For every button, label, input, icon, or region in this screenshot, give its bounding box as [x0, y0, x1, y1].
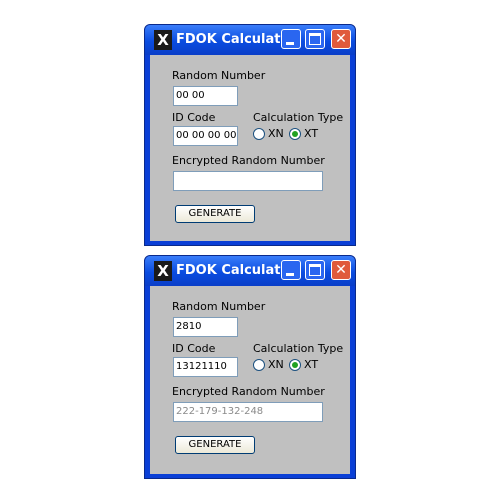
close-icon: ✕ — [335, 262, 347, 278]
radio-selected-dot — [292, 131, 298, 137]
id-code-input[interactable]: 13121110 — [173, 357, 238, 377]
random-number-input[interactable]: 00 00 — [173, 86, 238, 106]
generate-button[interactable]: GENERATE — [175, 205, 255, 223]
calculation-type-label: Calculation Type — [253, 111, 344, 124]
maximize-button[interactable] — [305, 29, 325, 49]
maximize-icon — [309, 33, 321, 45]
close-icon: ✕ — [335, 31, 347, 47]
random-number-label: Random Number — [172, 69, 266, 82]
encrypted-number-output[interactable]: 222-179-132-248 — [173, 402, 323, 422]
minimize-button[interactable] — [281, 260, 301, 280]
radio-xt-label[interactable]: XT — [304, 127, 318, 140]
radio-xt[interactable] — [289, 359, 301, 371]
title-bar[interactable]: X FDOK Calculator ✕ — [145, 25, 355, 55]
minimize-icon — [286, 42, 294, 45]
radio-xn-label[interactable]: XN — [268, 358, 284, 371]
radio-xn-label[interactable]: XN — [268, 127, 284, 140]
minimize-button[interactable] — [281, 29, 301, 49]
minimize-icon — [286, 273, 294, 276]
encrypted-number-output[interactable] — [173, 171, 323, 191]
calculation-type-label: Calculation Type — [253, 342, 344, 355]
id-code-input[interactable]: 00 00 00 00 — [173, 126, 238, 146]
id-code-label: ID Code — [172, 342, 216, 355]
generate-button[interactable]: GENERATE — [175, 436, 255, 454]
encrypted-number-label: Encrypted Random Number — [172, 385, 325, 398]
maximize-icon — [309, 264, 321, 276]
window-title: FDOK Calculator — [176, 263, 296, 278]
window-client-area: Random Number 00 00 ID Code 00 00 00 00 … — [150, 55, 350, 241]
calculator-window-2: X FDOK Calculator ✕ Random Number 2810 I… — [144, 255, 356, 479]
radio-xn[interactable] — [253, 359, 265, 371]
radio-xn[interactable] — [253, 128, 265, 140]
window-title: FDOK Calculator — [176, 32, 296, 47]
random-number-input[interactable]: 2810 — [173, 317, 238, 337]
radio-xt-label[interactable]: XT — [304, 358, 318, 371]
close-button[interactable]: ✕ — [331, 260, 351, 280]
maximize-button[interactable] — [305, 260, 325, 280]
x-logo-icon: X — [154, 261, 172, 281]
radio-xt[interactable] — [289, 128, 301, 140]
id-code-label: ID Code — [172, 111, 216, 124]
x-logo-icon: X — [154, 30, 172, 50]
calculator-window-1: X FDOK Calculator ✕ Random Number 00 00 … — [144, 24, 356, 246]
random-number-label: Random Number — [172, 300, 266, 313]
window-client-area: Random Number 2810 ID Code 13121110 Calc… — [150, 286, 350, 474]
radio-selected-dot — [292, 362, 298, 368]
close-button[interactable]: ✕ — [331, 29, 351, 49]
encrypted-number-label: Encrypted Random Number — [172, 154, 325, 167]
title-bar[interactable]: X FDOK Calculator ✕ — [145, 256, 355, 286]
